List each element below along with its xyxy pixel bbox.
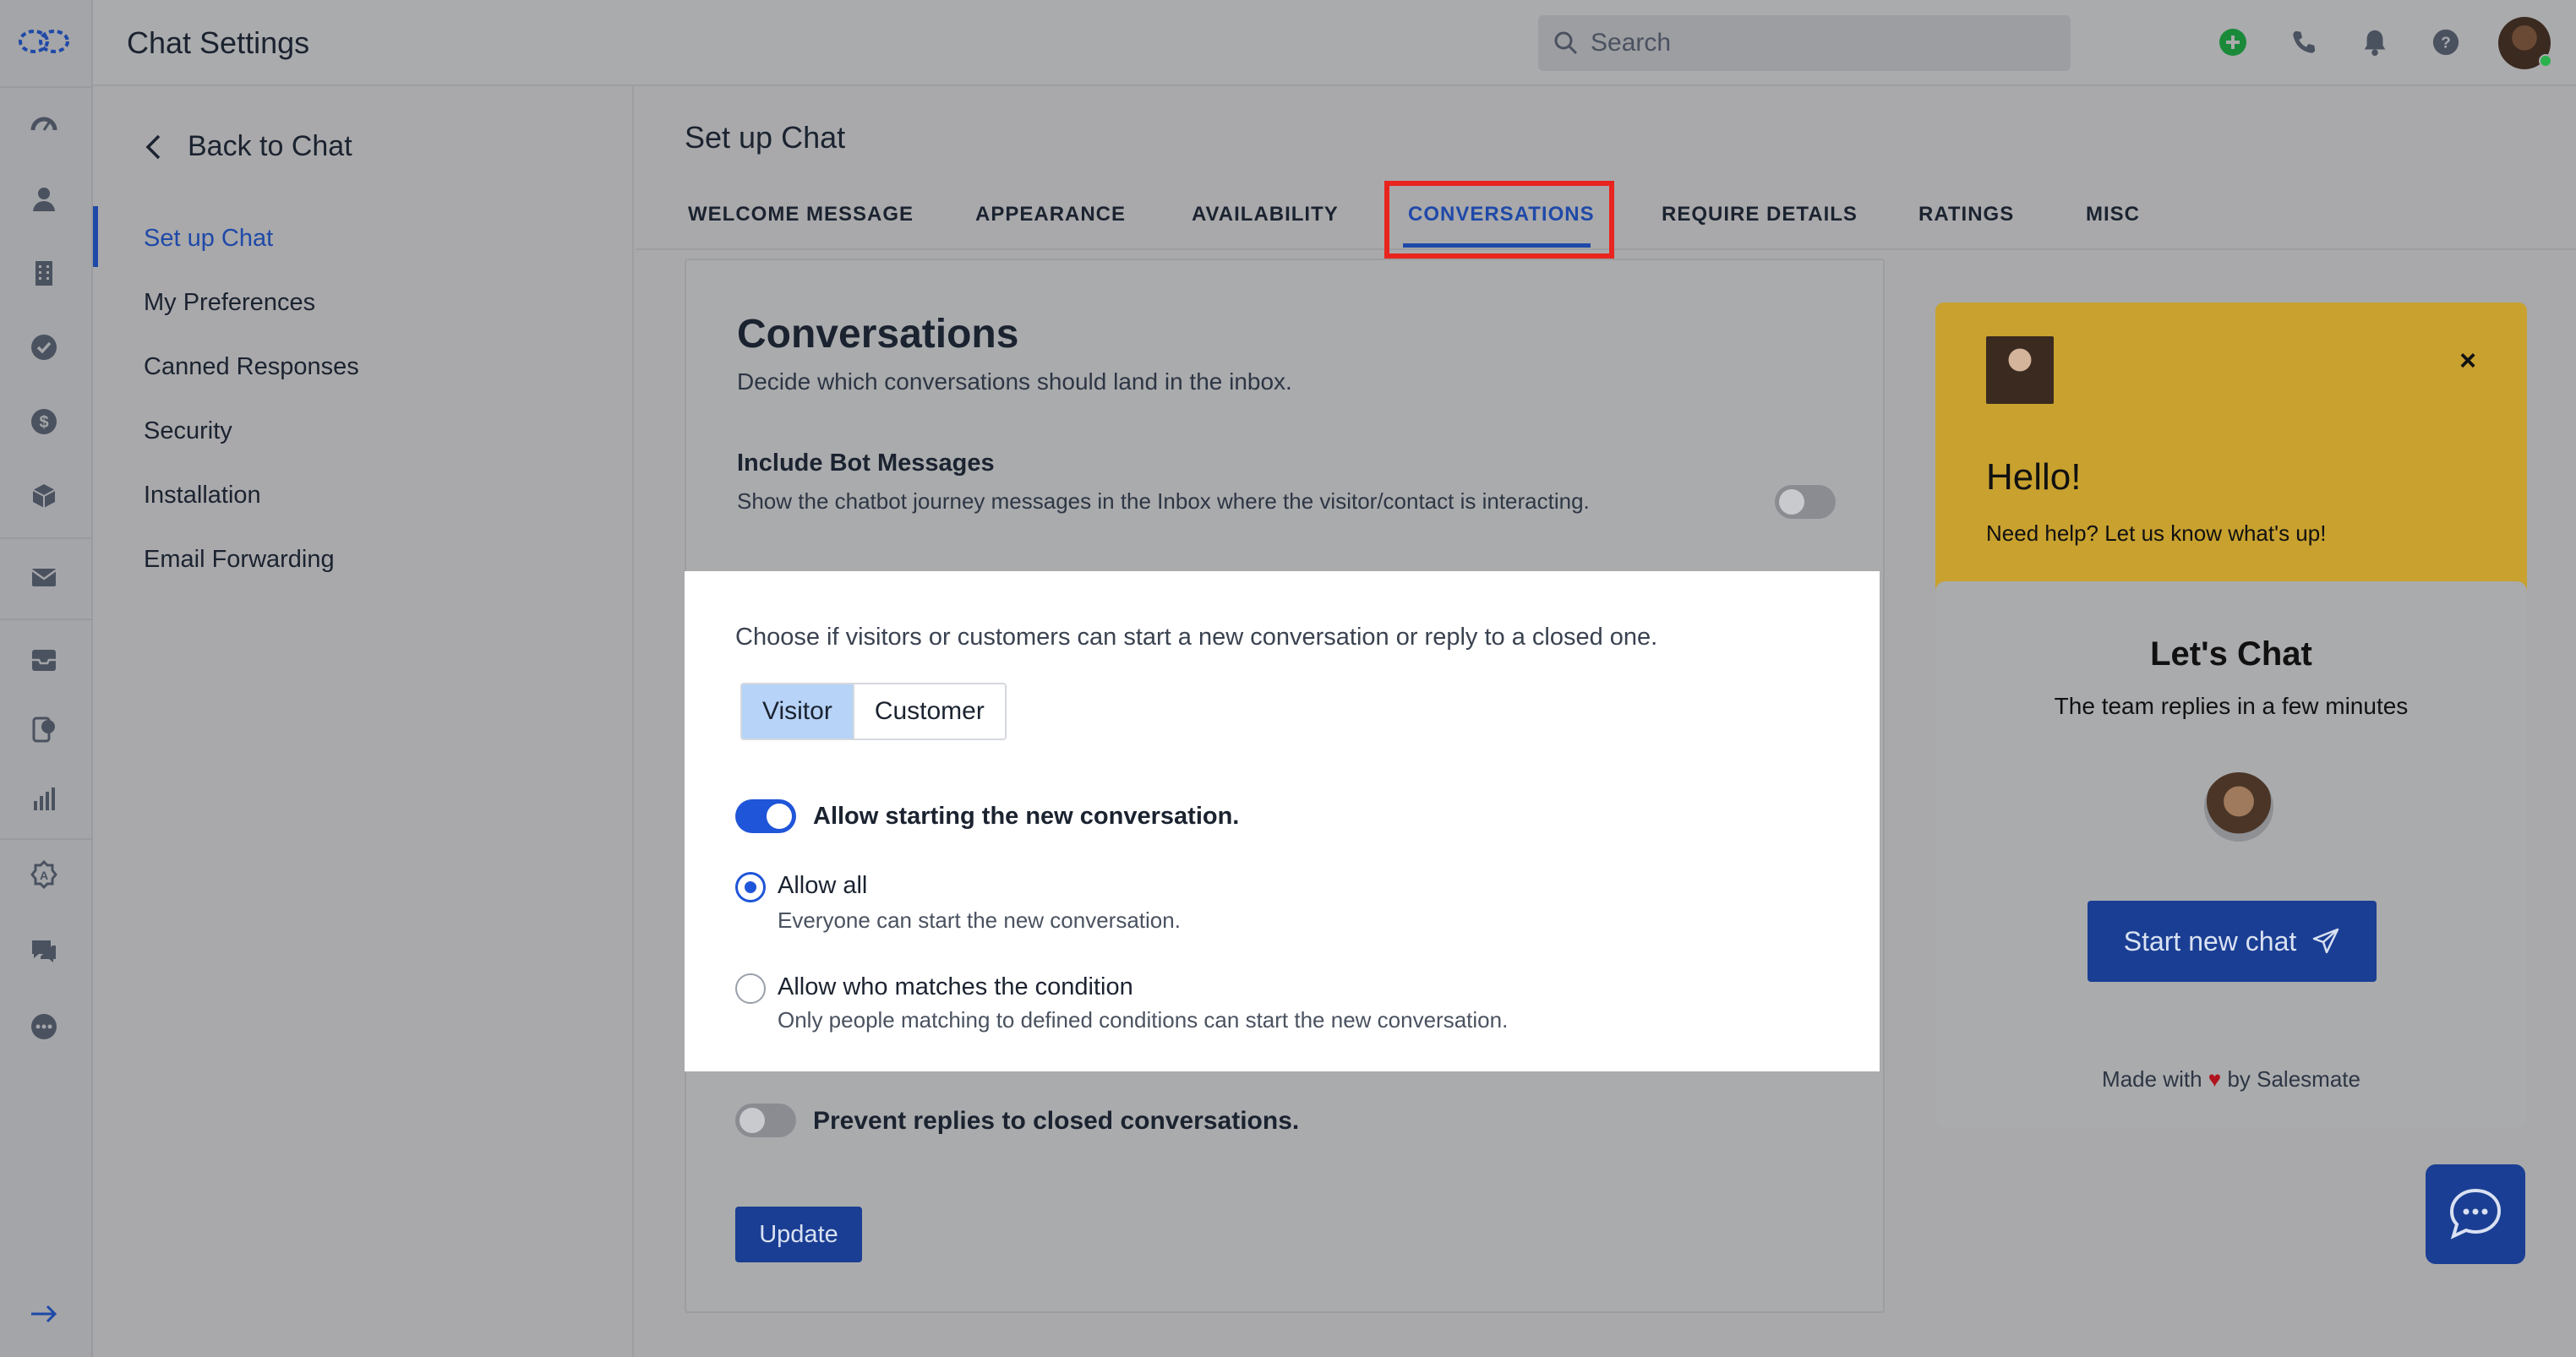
made-with-text: Made with ♥ by Salesmate [1935,1066,2527,1093]
messages-icon[interactable] [26,933,62,968]
back-to-chat-link[interactable]: Back to Chat [144,130,352,163]
allow-all-description: Everyone can start the new conversation. [778,907,1181,933]
phone-icon[interactable] [2287,25,2321,59]
add-icon[interactable] [2216,25,2250,59]
companies-icon[interactable] [26,255,62,291]
search-placeholder: Search [1591,29,1672,57]
settings-sidenav: Back to Chat Set up Chat My Preferences … [93,86,634,1357]
card-heading: Conversations [737,312,1019,357]
highlight-box [1384,181,1614,259]
top-bar: Chat Settings Search ? [93,0,2576,86]
active-nav-indicator [93,206,98,267]
widget-reply-time: The team replies in a few minutes [2054,693,2409,719]
start-new-chat-label: Start new chat [2123,925,2297,956]
products-icon[interactable] [26,478,62,514]
sidenav-item-my-preferences[interactable]: My Preferences [144,289,315,317]
update-button[interactable]: Update [735,1207,862,1262]
chevron-left-icon [145,134,161,159]
allow-all-label: Allow all [778,872,868,899]
made-with-prefix: Made with [2102,1066,2202,1092]
contacts-icon[interactable] [26,181,62,216]
chat-launcher-button[interactable] [2426,1164,2525,1264]
sidenav-item-installation[interactable]: Installation [144,482,261,510]
page-title: Chat Settings [127,25,310,60]
bot-messages-toggle[interactable] [1775,485,1836,519]
app-icon-rail: $ A [0,0,93,1357]
choose-description: Choose if visitors or customers can star… [735,624,1658,651]
sidenav-item-email-forwarding[interactable]: Email Forwarding [144,546,335,574]
chat-widget-preview: × Hello! Need help? Let us know what's u… [1935,302,2527,1129]
card-subheading: Decide which conversations should land i… [737,368,1292,395]
sidenav-item-canned-responses[interactable]: Canned Responses [144,353,359,381]
online-status-dot [2539,54,2552,68]
allow-new-conversation-toggle[interactable] [735,799,796,833]
tasks-icon[interactable] [26,330,62,365]
radio-allow-condition[interactable] [735,973,766,1004]
deals-icon[interactable]: $ [26,404,62,439]
chat-bubble-icon [2449,1188,2502,1240]
help-icon[interactable]: ? [2429,25,2463,59]
allow-new-conversation-label: Allow starting the new conversation. [813,803,1240,830]
svg-text:?: ? [2441,35,2451,52]
segment-customer[interactable]: Customer [852,684,1005,738]
audience-segmented-control: Visitor Customer [740,683,1007,740]
user-avatar[interactable] [2498,17,2552,69]
search-input[interactable]: Search [1538,15,2071,71]
chat-icon[interactable] [26,711,62,747]
close-icon[interactable]: × [2459,345,2476,378]
bot-messages-title: Include Bot Messages [737,450,995,477]
tab-require-details[interactable]: REQUIRE DETAILS [1662,203,1858,226]
tab-ratings[interactable]: RATINGS [1918,203,2014,226]
inbox-icon[interactable] [26,642,62,678]
reports-icon[interactable] [26,781,62,816]
agent-avatar [2204,772,2273,842]
prevent-replies-toggle[interactable] [735,1104,796,1137]
email-icon[interactable] [26,559,62,595]
notifications-bell-icon[interactable] [2358,25,2392,59]
bot-messages-description: Show the chatbot journey messages in the… [737,488,1590,514]
svg-text:A: A [40,869,48,882]
widget-body: Let's Chat The team replies in a few min… [1935,581,2527,1129]
prevent-replies-label: Prevent replies to closed conversations. [813,1107,1300,1135]
svg-text:$: $ [39,413,48,432]
dashboard-icon[interactable] [26,106,62,142]
heart-icon: ♥ [2208,1066,2222,1092]
tab-welcome-message[interactable]: WELCOME MESSAGE [688,203,914,226]
made-with-suffix: by Salesmate [2227,1066,2360,1092]
widget-help-text: Need help? Let us know what's up! [1986,520,2327,546]
back-to-chat-label: Back to Chat [188,130,352,162]
new-conversation-panel: Choose if visitors or customers can star… [685,571,1880,1071]
segment-visitor[interactable]: Visitor [742,684,853,738]
expand-arrow-icon[interactable] [26,1296,62,1332]
tab-misc[interactable]: MISC [2086,203,2140,226]
radio-allow-all[interactable] [735,872,766,902]
more-icon[interactable] [26,1009,62,1044]
tab-availability[interactable]: AVAILABILITY [1192,203,1339,226]
send-icon [2313,928,2339,954]
search-icon [1554,31,1578,55]
start-new-chat-button[interactable]: Start new chat [2088,901,2377,982]
sidenav-item-security[interactable]: Security [144,417,232,445]
widget-greeting: Hello! [1986,456,2082,498]
allow-condition-label: Allow who matches the condition [778,973,1133,1000]
allow-condition-description: Only people matching to defined conditio… [778,1007,1509,1033]
widget-title: Let's Chat [2150,635,2312,673]
app-logo-icon[interactable] [17,24,71,59]
sidenav-item-set-up-chat[interactable]: Set up Chat [144,225,273,253]
agent-photo [1986,336,2054,404]
automation-icon[interactable]: A [26,857,62,892]
tab-appearance[interactable]: APPEARANCE [975,203,1126,226]
section-title: Set up Chat [685,120,846,155]
widget-header: × Hello! Need help? Let us know what's u… [1935,302,2527,607]
